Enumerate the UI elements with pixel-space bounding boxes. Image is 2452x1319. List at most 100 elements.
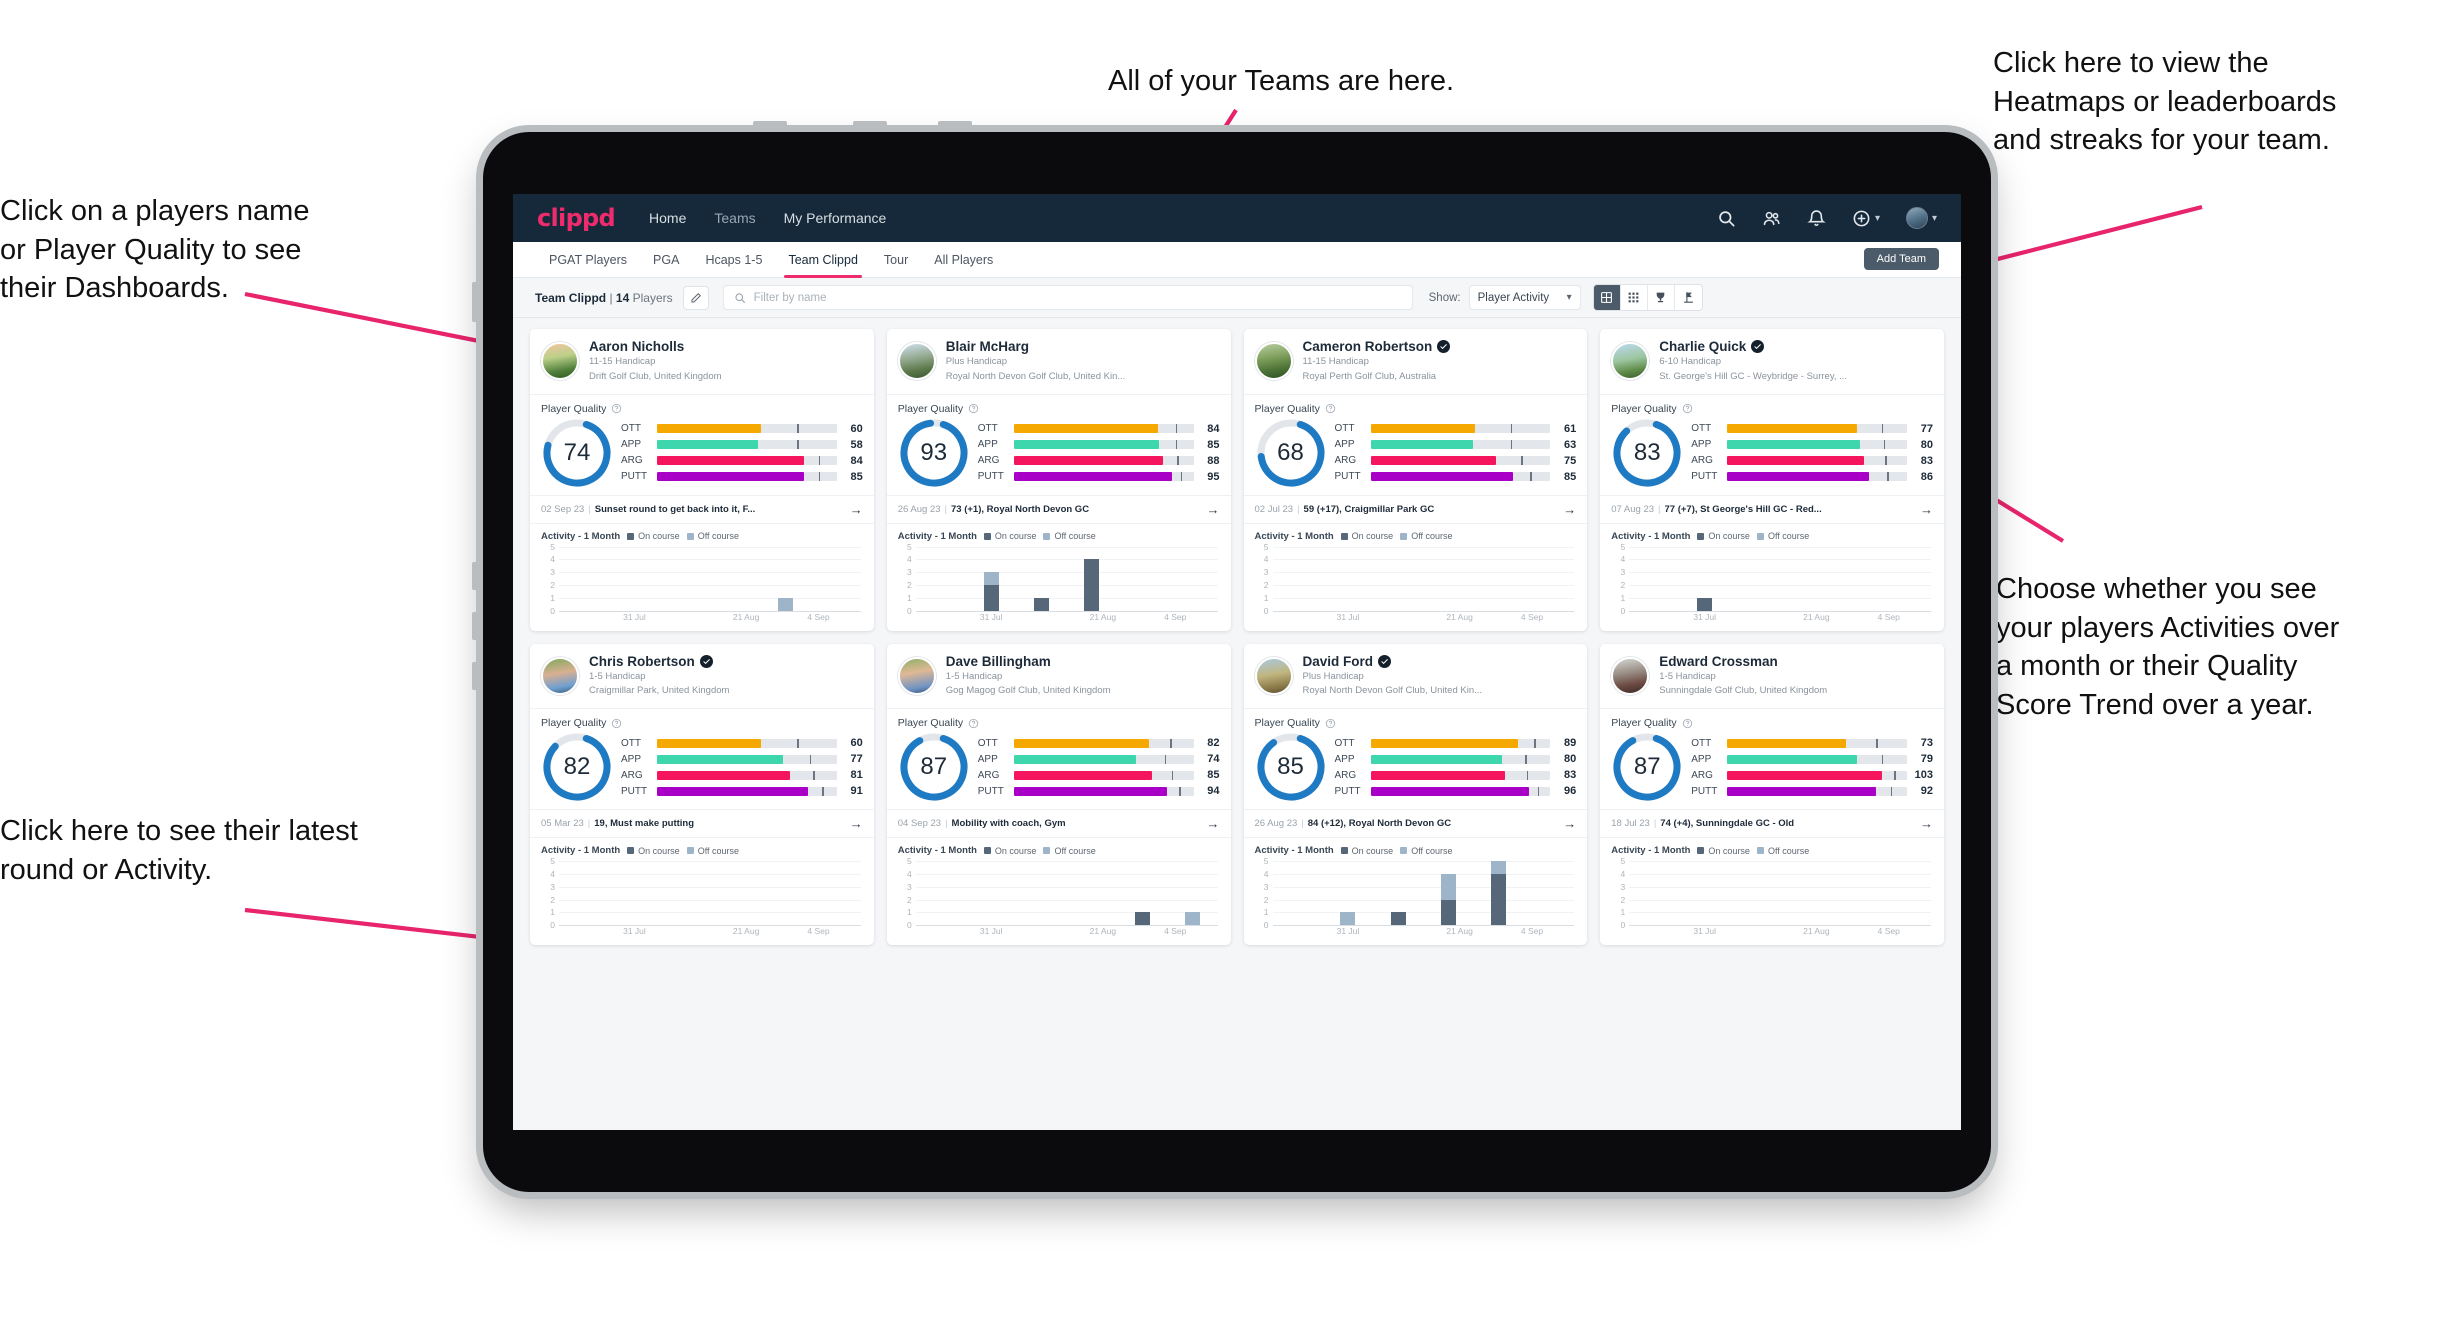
latest-round-row[interactable]: 04 Sep 23 | Mobility with coach, Gym →: [886, 809, 1231, 837]
nav-link-home[interactable]: Home: [649, 210, 686, 226]
player-card[interactable]: David Ford Plus Handicap Royal North Devon…: [1243, 643, 1588, 946]
player-quality-section[interactable]: Player Quality 74 OTT 60 APP 58 ARG 84 PUTT 85: [530, 393, 874, 495]
latest-round-row[interactable]: 18 Jul 23 | 74 (+4), Sunningdale GC - Old →: [1600, 809, 1944, 837]
arrow-right-icon[interactable]: →: [850, 502, 863, 517]
arrow-right-icon[interactable]: →: [1563, 502, 1576, 517]
player-card-header[interactable]: Aaron Nicholls 11-15 Handicap Drift Golf C…: [530, 329, 874, 394]
add-menu[interactable]: ▾: [1852, 209, 1880, 228]
help-circle-icon[interactable]: [1682, 403, 1693, 414]
player-card-header[interactable]: Charlie Quick 6-10 Handicap St. George's H…: [1600, 329, 1944, 394]
player-name[interactable]: David Ford: [1303, 654, 1483, 669]
tab-tour[interactable]: Tour: [884, 242, 908, 278]
latest-round-row[interactable]: 05 Mar 23 | 19, Must make putting →: [530, 809, 874, 837]
player-avatar[interactable]: [1254, 342, 1293, 381]
latest-round-row[interactable]: 02 Sep 23 | Sunset round to get back into …: [530, 494, 874, 523]
player-quality-section[interactable]: Player Quality 87 OTT 82 APP 74 ARG 85 PUTT 94: [886, 708, 1231, 809]
arrow-right-icon[interactable]: →: [850, 816, 863, 831]
nav-link-my-performance[interactable]: My Performance: [784, 210, 887, 226]
player-avatar[interactable]: [541, 342, 579, 381]
player-avatar[interactable]: [1611, 342, 1650, 381]
help-circle-icon[interactable]: [1325, 718, 1336, 729]
latest-round-row[interactable]: 26 Aug 23 | 73 (+1), Royal North Devon GC →: [886, 494, 1231, 523]
add-team-button[interactable]: Add Team: [1863, 248, 1939, 270]
player-name[interactable]: Edward Crossman: [1659, 654, 1827, 669]
arrow-right-icon[interactable]: →: [1563, 816, 1576, 831]
player-card-header[interactable]: David Ford Plus Handicap Royal North Devon…: [1244, 644, 1588, 709]
edit-team-button[interactable]: [682, 285, 709, 310]
flagstick-icon[interactable]: [1675, 285, 1702, 310]
player-card[interactable]: Chris Robertson 1-5 Handicap Craigmillar P…: [530, 643, 874, 946]
arrow-right-icon[interactable]: →: [1920, 502, 1933, 517]
help-circle-icon[interactable]: [968, 718, 979, 729]
player-card-header[interactable]: Cameron Robertson 11-15 Handicap Royal Per…: [1244, 329, 1588, 394]
metric-benchmark-tick: [1510, 440, 1513, 450]
metric-row: APP 80: [1691, 437, 1933, 453]
tab-pgat-players[interactable]: PGAT Players: [549, 242, 627, 278]
help-circle-icon[interactable]: [968, 403, 979, 414]
player-name[interactable]: Aaron Nicholls: [589, 339, 722, 354]
people-icon[interactable]: [1762, 209, 1781, 228]
player-quality-label-text: Player Quality: [1611, 717, 1677, 730]
player-card[interactable]: Aaron Nicholls 11-15 Handicap Drift Golf C…: [530, 329, 874, 631]
player-avatar[interactable]: [897, 342, 936, 381]
player-card[interactable]: Blair McHarg Plus Handicap Royal North Dev…: [886, 329, 1231, 631]
player-avatar[interactable]: [541, 656, 579, 695]
player-name[interactable]: Cameron Robertson: [1303, 339, 1451, 354]
latest-round-row[interactable]: 07 Aug 23 | 77 (+7), St George's Hill GC -…: [1600, 494, 1944, 523]
show-select[interactable]: Player Activity ▾: [1468, 285, 1581, 310]
latest-round-row[interactable]: 02 Jul 23 | 59 (+17), Craigmillar Park GC →: [1243, 494, 1588, 523]
metric-value: 84: [850, 454, 863, 467]
clippd-logo[interactable]: clippd: [537, 204, 616, 232]
player-card-header[interactable]: Edward Crossman 1-5 Handicap Sunningdale G…: [1600, 644, 1944, 709]
arrow-right-icon[interactable]: →: [1920, 816, 1933, 831]
metric-label: ARG: [621, 769, 643, 781]
player-name[interactable]: Charlie Quick: [1659, 339, 1847, 354]
metric-benchmark-tick: [818, 472, 821, 482]
help-circle-icon[interactable]: [1682, 718, 1693, 729]
player-card-header[interactable]: Dave Billingham 1-5 Handicap Gog Magog Gol…: [887, 644, 1231, 709]
player-card[interactable]: Cameron Robertson 11-15 Handicap Royal Per…: [1243, 329, 1588, 631]
player-card[interactable]: Dave Billingham 1-5 Handicap Gog Magog Gol…: [886, 643, 1231, 946]
player-quality-section[interactable]: Player Quality 85 OTT 89 APP 80 ARG 83 PUTT 96: [1243, 708, 1588, 809]
bell-icon[interactable]: [1807, 209, 1826, 228]
player-quality-section[interactable]: Player Quality 82 OTT 60 APP 77 ARG 81 PUTT 91: [530, 708, 874, 809]
nav-link-teams[interactable]: Teams: [714, 210, 755, 226]
player-name[interactable]: Chris Robertson: [589, 654, 729, 669]
metric-label: ARG: [1334, 769, 1357, 781]
trophy-icon[interactable]: [1648, 285, 1675, 310]
player-card-header[interactable]: Chris Robertson 1-5 Handicap Craigmillar P…: [530, 644, 874, 709]
player-card[interactable]: Edward Crossman 1-5 Handicap Sunningdale G…: [1600, 643, 1944, 946]
grid-dots-icon[interactable]: [1621, 285, 1648, 310]
x-axis-tick-label: 21 Aug: [1803, 611, 1830, 622]
chevron-down-icon: ▾: [1566, 292, 1572, 303]
help-circle-icon[interactable]: [611, 403, 622, 414]
plus-circle-icon[interactable]: [1852, 209, 1871, 228]
profile-menu[interactable]: ▾: [1905, 207, 1937, 229]
avatar[interactable]: [1905, 207, 1928, 229]
arrow-right-icon[interactable]: →: [1207, 502, 1220, 517]
help-circle-icon[interactable]: [611, 718, 622, 729]
player-name[interactable]: Blair McHarg: [946, 339, 1126, 354]
tab-pga[interactable]: PGA: [653, 242, 679, 278]
player-avatar[interactable]: [1611, 656, 1650, 695]
player-quality-section[interactable]: Player Quality 83 OTT 77 APP 80 ARG 83 PUTT 86: [1600, 393, 1944, 495]
tab-all-players[interactable]: All Players: [934, 242, 993, 278]
latest-round-row[interactable]: 26 Aug 23 | 84 (+12), Royal North Devon GC…: [1243, 809, 1588, 837]
player-card[interactable]: Charlie Quick 6-10 Handicap St. George's H…: [1600, 329, 1944, 631]
player-quality-section[interactable]: Player Quality 93 OTT 84 APP 85 ARG 88 PUTT 95: [886, 393, 1231, 495]
arrow-right-icon[interactable]: →: [1207, 816, 1220, 831]
player-quality-section[interactable]: Player Quality 87 OTT 73 APP 79 ARG 103 PUTT 92: [1600, 708, 1944, 809]
player-avatar[interactable]: [897, 656, 936, 695]
tab-team-clippd[interactable]: Team Clippd: [784, 242, 863, 278]
player-name[interactable]: Dave Billingham: [946, 654, 1111, 669]
player-avatar[interactable]: [1254, 656, 1293, 695]
help-circle-icon[interactable]: [1325, 403, 1336, 414]
player-card-header[interactable]: Blair McHarg Plus Handicap Royal North Dev…: [887, 329, 1231, 394]
search-box[interactable]: [722, 285, 1413, 310]
bar-column: [1067, 547, 1117, 611]
player-quality-section[interactable]: Player Quality 68 OTT 61 APP 63 ARG 75 PUTT 85: [1243, 393, 1588, 495]
search-input[interactable]: [753, 291, 1402, 304]
search-icon[interactable]: [1717, 209, 1736, 228]
tab-hcaps-1-5[interactable]: Hcaps 1-5: [705, 242, 762, 278]
grid-large-icon[interactable]: [1593, 285, 1621, 310]
